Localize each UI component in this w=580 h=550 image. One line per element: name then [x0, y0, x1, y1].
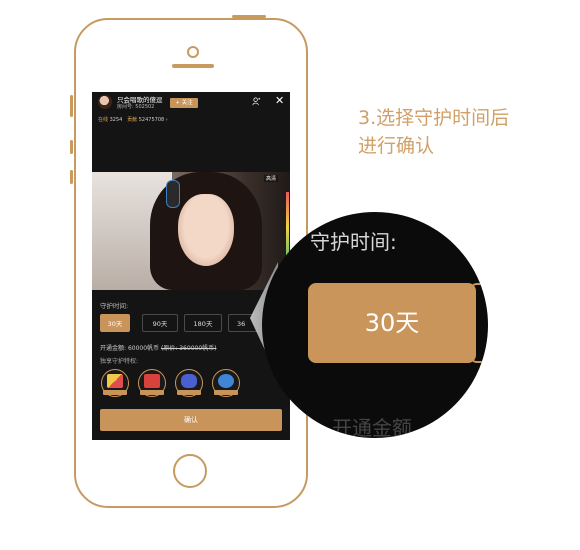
zoom-guard-title: 守护时间:: [310, 230, 397, 254]
magnifier-circle: 守护时间: 30天 开通金额: [262, 212, 488, 438]
zoom-option-30: 30天: [308, 283, 476, 363]
zoom-price-label: 开通金额: [332, 416, 412, 438]
zoom-option-next: [469, 283, 488, 363]
